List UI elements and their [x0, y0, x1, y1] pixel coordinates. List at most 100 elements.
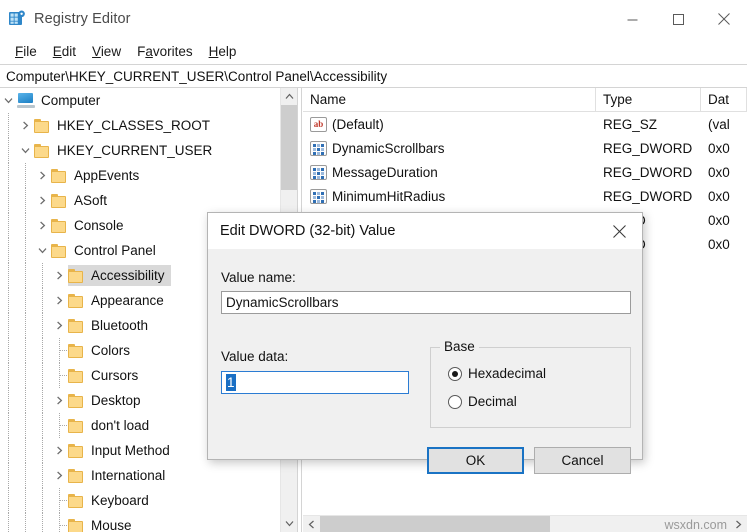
tree-indent-guide	[34, 513, 51, 532]
tree-indent-guide	[17, 263, 34, 288]
value-data-cell: (val	[708, 116, 730, 132]
tree-indent-guide	[17, 413, 34, 438]
tree-item-content: Colors	[68, 340, 136, 361]
ok-button[interactable]: OK	[427, 447, 524, 474]
tree-item-content: AppEvents	[51, 165, 145, 186]
tree-item-content: Input Method	[68, 440, 176, 461]
registry-editor-icon	[8, 10, 26, 28]
tree-item-appevents[interactable]: AppEvents	[0, 163, 280, 188]
chevron-right-icon[interactable]	[51, 263, 68, 288]
table-row[interactable]: MessageDuration REG_DWORD 0x0	[303, 160, 747, 184]
scroll-right-icon[interactable]	[730, 516, 747, 532]
address-bar[interactable]: Computer\HKEY_CURRENT_USER\Control Panel…	[0, 64, 747, 88]
dialog-title-bar: Edit DWORD (32-bit) Value	[208, 213, 642, 249]
value-data-input[interactable]: 1	[221, 371, 409, 394]
value-name-cell: MinimumHitRadius	[303, 188, 596, 204]
registry-editor-window: Registry Editor File Edit View Favorites…	[0, 0, 747, 532]
dword-value-icon	[310, 140, 327, 156]
radio-button-icon	[448, 366, 462, 381]
tree-indent-guide	[17, 338, 34, 363]
tree-item-content: Accessibility	[68, 265, 171, 286]
cancel-button[interactable]: Cancel	[534, 447, 631, 474]
menu-item-view[interactable]: View	[84, 42, 129, 61]
tree-indent-guide	[0, 388, 17, 413]
tree-indent-guide	[34, 338, 51, 363]
hscroll-thumb[interactable]	[320, 515, 550, 532]
tree-indent-guide	[17, 188, 34, 213]
tree-item-hkey-classes-root[interactable]: HKEY_CLASSES_ROOT	[0, 113, 280, 138]
radio-hexadecimal[interactable]: Hexadecimal	[448, 366, 546, 381]
menu-item-edit[interactable]: Edit	[45, 42, 84, 61]
tree-indent-guide	[17, 313, 34, 338]
tree-item-keyboard[interactable]: Keyboard	[0, 488, 280, 513]
tree-item-label: HKEY_CURRENT_USER	[57, 143, 213, 158]
tree-indent-guide	[0, 288, 17, 313]
column-header-type[interactable]: Type	[596, 88, 701, 111]
tree-scroll-thumb[interactable]	[281, 105, 297, 190]
chevron-down-icon[interactable]	[34, 238, 51, 263]
tree-item-content: HKEY_CURRENT_USER	[34, 140, 218, 161]
tree-leaf-connector	[51, 513, 68, 532]
tree-indent-guide	[0, 213, 17, 238]
chevron-right-icon[interactable]	[51, 288, 68, 313]
chevron-right-icon[interactable]	[34, 213, 51, 238]
dialog-title: Edit DWORD (32-bit) Value	[220, 223, 396, 239]
tree-indent-guide	[34, 388, 51, 413]
watermark: wsxdn.com	[664, 518, 727, 532]
tree-indent-guide	[0, 338, 17, 363]
tree-item-hkey-current-user[interactable]: HKEY_CURRENT_USER	[0, 138, 280, 163]
chevron-right-icon[interactable]	[17, 113, 34, 138]
value-data-cell: 0x0	[708, 212, 730, 228]
menu-item-favorites[interactable]: Favorites	[129, 42, 201, 61]
folder-icon	[68, 318, 85, 333]
tree-item-international[interactable]: International	[0, 463, 280, 488]
tree-item-mouse[interactable]: Mouse	[0, 513, 280, 532]
value-data-cell: 0x0	[708, 164, 730, 180]
value-data-label: Value data:	[221, 349, 289, 364]
tree-leaf-connector	[51, 338, 68, 363]
menu-item-help[interactable]: Help	[201, 42, 245, 61]
scroll-down-icon[interactable]	[281, 515, 297, 532]
tree-item-content: Bluetooth	[68, 315, 154, 336]
chevron-right-icon[interactable]	[51, 438, 68, 463]
tree-indent-guide	[34, 413, 51, 438]
table-row[interactable]: DynamicScrollbars REG_DWORD 0x0	[303, 136, 747, 160]
chevron-right-icon[interactable]	[51, 388, 68, 413]
chevron-right-icon[interactable]	[51, 313, 68, 338]
chevron-down-icon[interactable]	[0, 88, 17, 113]
column-header-name[interactable]: Name	[303, 88, 596, 111]
menu-item-file[interactable]: File	[7, 42, 45, 61]
chevron-right-icon[interactable]	[34, 188, 51, 213]
minimize-icon[interactable]	[609, 0, 655, 38]
chevron-right-icon[interactable]	[51, 463, 68, 488]
tree-item-label: AppEvents	[74, 168, 140, 183]
tree-item-computer[interactable]: Computer	[0, 88, 280, 113]
tree-indent-guide	[17, 213, 34, 238]
tree-item-content: Appearance	[68, 290, 170, 311]
tree-indent-guide	[0, 438, 17, 463]
tree-leaf-connector	[51, 488, 68, 513]
value-data-cell: 0x0	[708, 236, 730, 252]
tree-indent-guide	[0, 113, 17, 138]
close-icon[interactable]	[701, 0, 747, 38]
table-row[interactable]: ab (Default) REG_SZ (val	[303, 112, 747, 136]
close-icon[interactable]	[597, 213, 642, 249]
folder-icon	[34, 118, 51, 133]
scroll-up-icon[interactable]	[281, 88, 297, 105]
scroll-left-icon[interactable]	[303, 516, 320, 532]
maximize-icon[interactable]	[655, 0, 701, 38]
chevron-right-icon[interactable]	[34, 163, 51, 188]
chevron-down-icon[interactable]	[17, 138, 34, 163]
tree-indent-guide	[0, 313, 17, 338]
tree-indent-guide	[17, 288, 34, 313]
dword-value-icon	[310, 164, 327, 180]
radio-decimal[interactable]: Decimal	[448, 394, 517, 409]
tree-leaf-connector	[51, 363, 68, 388]
tree-item-asoft[interactable]: ASoft	[0, 188, 280, 213]
table-row[interactable]: MinimumHitRadius REG_DWORD 0x0	[303, 184, 747, 208]
tree-indent-guide	[0, 263, 17, 288]
value-name-input[interactable]: DynamicScrollbars	[221, 291, 631, 314]
tree-item-label: Computer	[41, 93, 101, 108]
column-header-data[interactable]: Dat	[701, 88, 747, 111]
window-title: Registry Editor	[34, 11, 131, 27]
